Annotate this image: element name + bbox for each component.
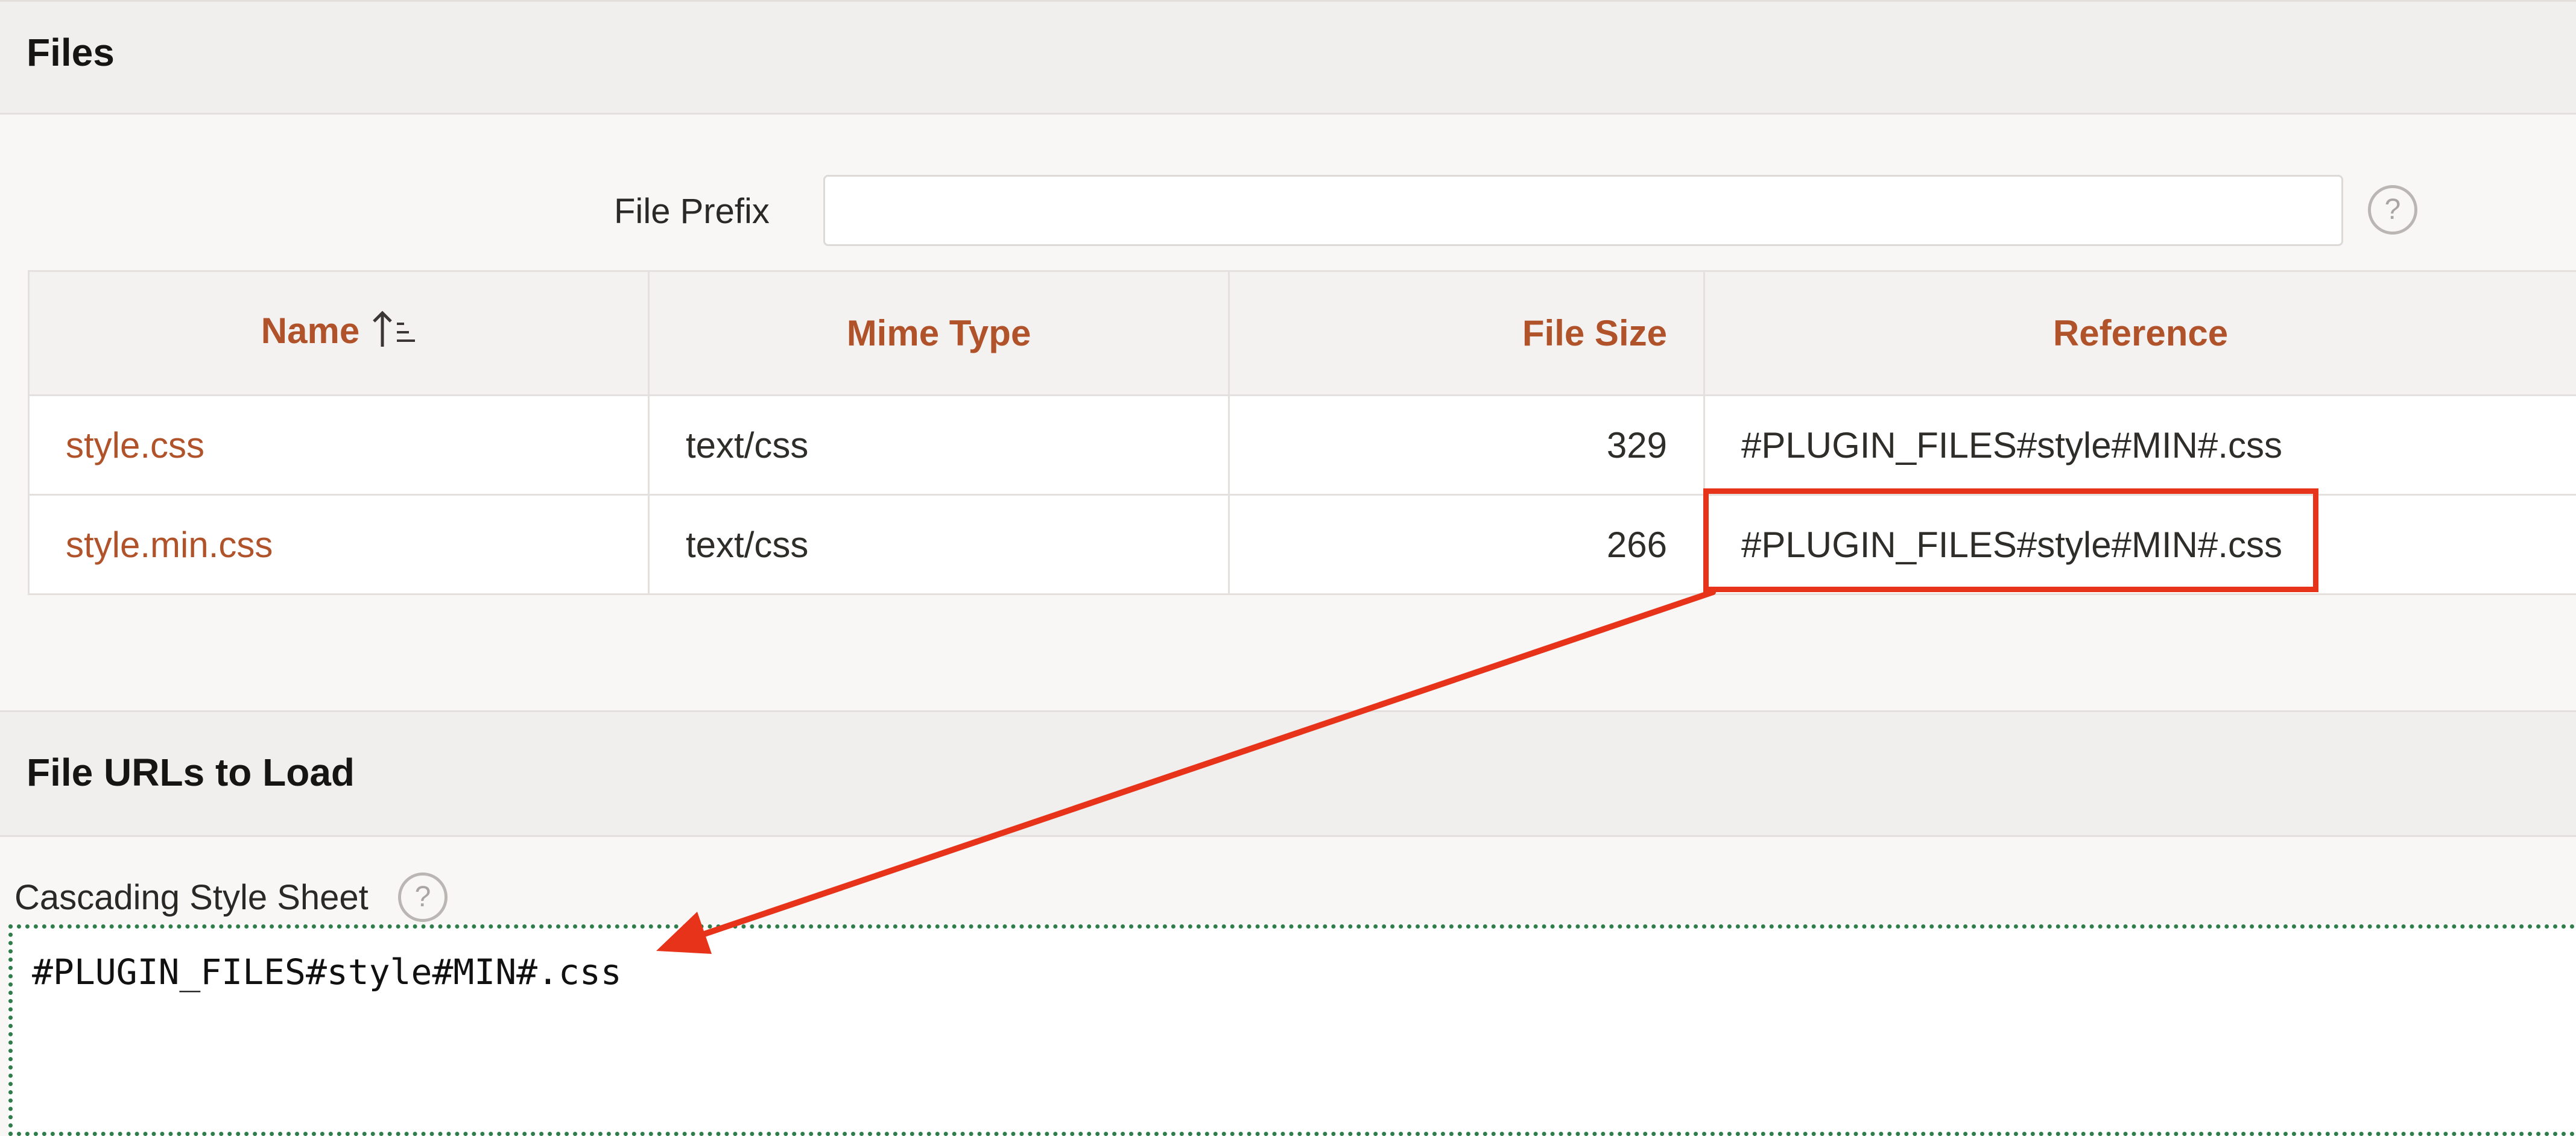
- column-header-reference[interactable]: Reference: [1703, 270, 2576, 396]
- cell-file-size: 329: [1228, 394, 1705, 496]
- file-prefix-input[interactable]: [823, 175, 2343, 246]
- css-textarea-value: #PLUGIN_FILES#style#MIN#.css: [32, 951, 622, 992]
- sort-ascending-icon[interactable]: [370, 309, 416, 358]
- cell-name: style.min.css: [28, 494, 650, 595]
- file-urls-region-header: File URLs to Load: [0, 710, 2576, 837]
- file-prefix-label: File Prefix: [614, 192, 770, 231]
- file-name-link[interactable]: style.css: [66, 425, 204, 465]
- css-field-label: Cascading Style Sheet: [14, 878, 369, 917]
- file-urls-region-title: File URLs to Load: [27, 751, 355, 794]
- column-header-file-size[interactable]: File Size: [1228, 270, 1705, 396]
- table-row: style.css text/css 329 #PLUGIN_FILES#sty…: [28, 394, 2576, 496]
- files-region-header: Files: [0, 0, 2576, 115]
- cell-reference: #PLUGIN_FILES#style#MIN#.css: [1703, 394, 2576, 496]
- file-prefix-help-icon[interactable]: ?: [2368, 185, 2417, 235]
- cell-mime-type: text/css: [648, 394, 1230, 496]
- reference-highlight-box: [1703, 488, 2318, 592]
- css-textarea[interactable]: #PLUGIN_FILES#style#MIN#.css: [8, 924, 2576, 1136]
- cell-file-size: 266: [1228, 494, 1705, 595]
- file-name-link[interactable]: style.min.css: [66, 525, 273, 565]
- cell-mime-type: text/css: [648, 494, 1230, 595]
- css-help-icon[interactable]: ?: [398, 873, 448, 922]
- column-header-mime-type[interactable]: Mime Type: [648, 270, 1230, 396]
- cell-name: style.css: [28, 394, 650, 496]
- column-header-name[interactable]: Name: [28, 270, 650, 396]
- files-region-title: Files: [27, 31, 115, 74]
- column-header-name-label: Name: [261, 310, 360, 351]
- table-header-row: Name Mime Type File Size Reference: [28, 270, 2576, 396]
